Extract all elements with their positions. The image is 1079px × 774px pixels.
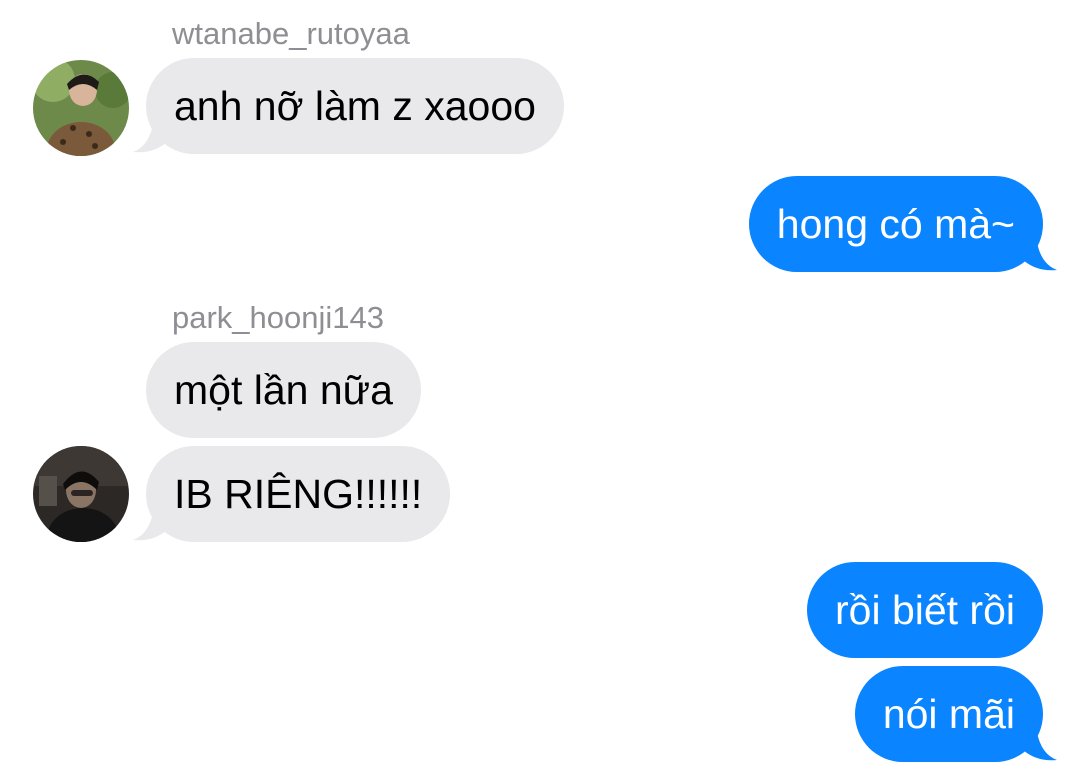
bubble-tail-outgoing <box>1023 242 1057 271</box>
message-bubble-outgoing[interactable]: rồi biết rồi <box>806 562 1043 658</box>
sender-name: wtanabe_rutoyaa <box>172 16 410 51</box>
bubble-tail-outgoing <box>1023 732 1057 761</box>
message-bubble-incoming[interactable]: một lần nữa <box>146 342 421 438</box>
message-bubble-outgoing[interactable]: hong có mà~ <box>748 176 1043 272</box>
user-avatar-photo-icon[interactable] <box>33 60 129 156</box>
message-bubble-outgoing[interactable]: nói mãi <box>854 666 1043 762</box>
user-avatar-photo-icon[interactable] <box>33 446 129 542</box>
message-bubble-incoming[interactable]: IB RIÊNG!!!!!! <box>146 446 451 542</box>
bubble-tail-incoming <box>133 512 167 541</box>
bubble-tail-incoming <box>133 124 167 153</box>
sender-name: park_hoonji143 <box>172 300 385 335</box>
message-bubble-incoming[interactable]: anh nỡ làm z xaooo <box>146 58 564 154</box>
